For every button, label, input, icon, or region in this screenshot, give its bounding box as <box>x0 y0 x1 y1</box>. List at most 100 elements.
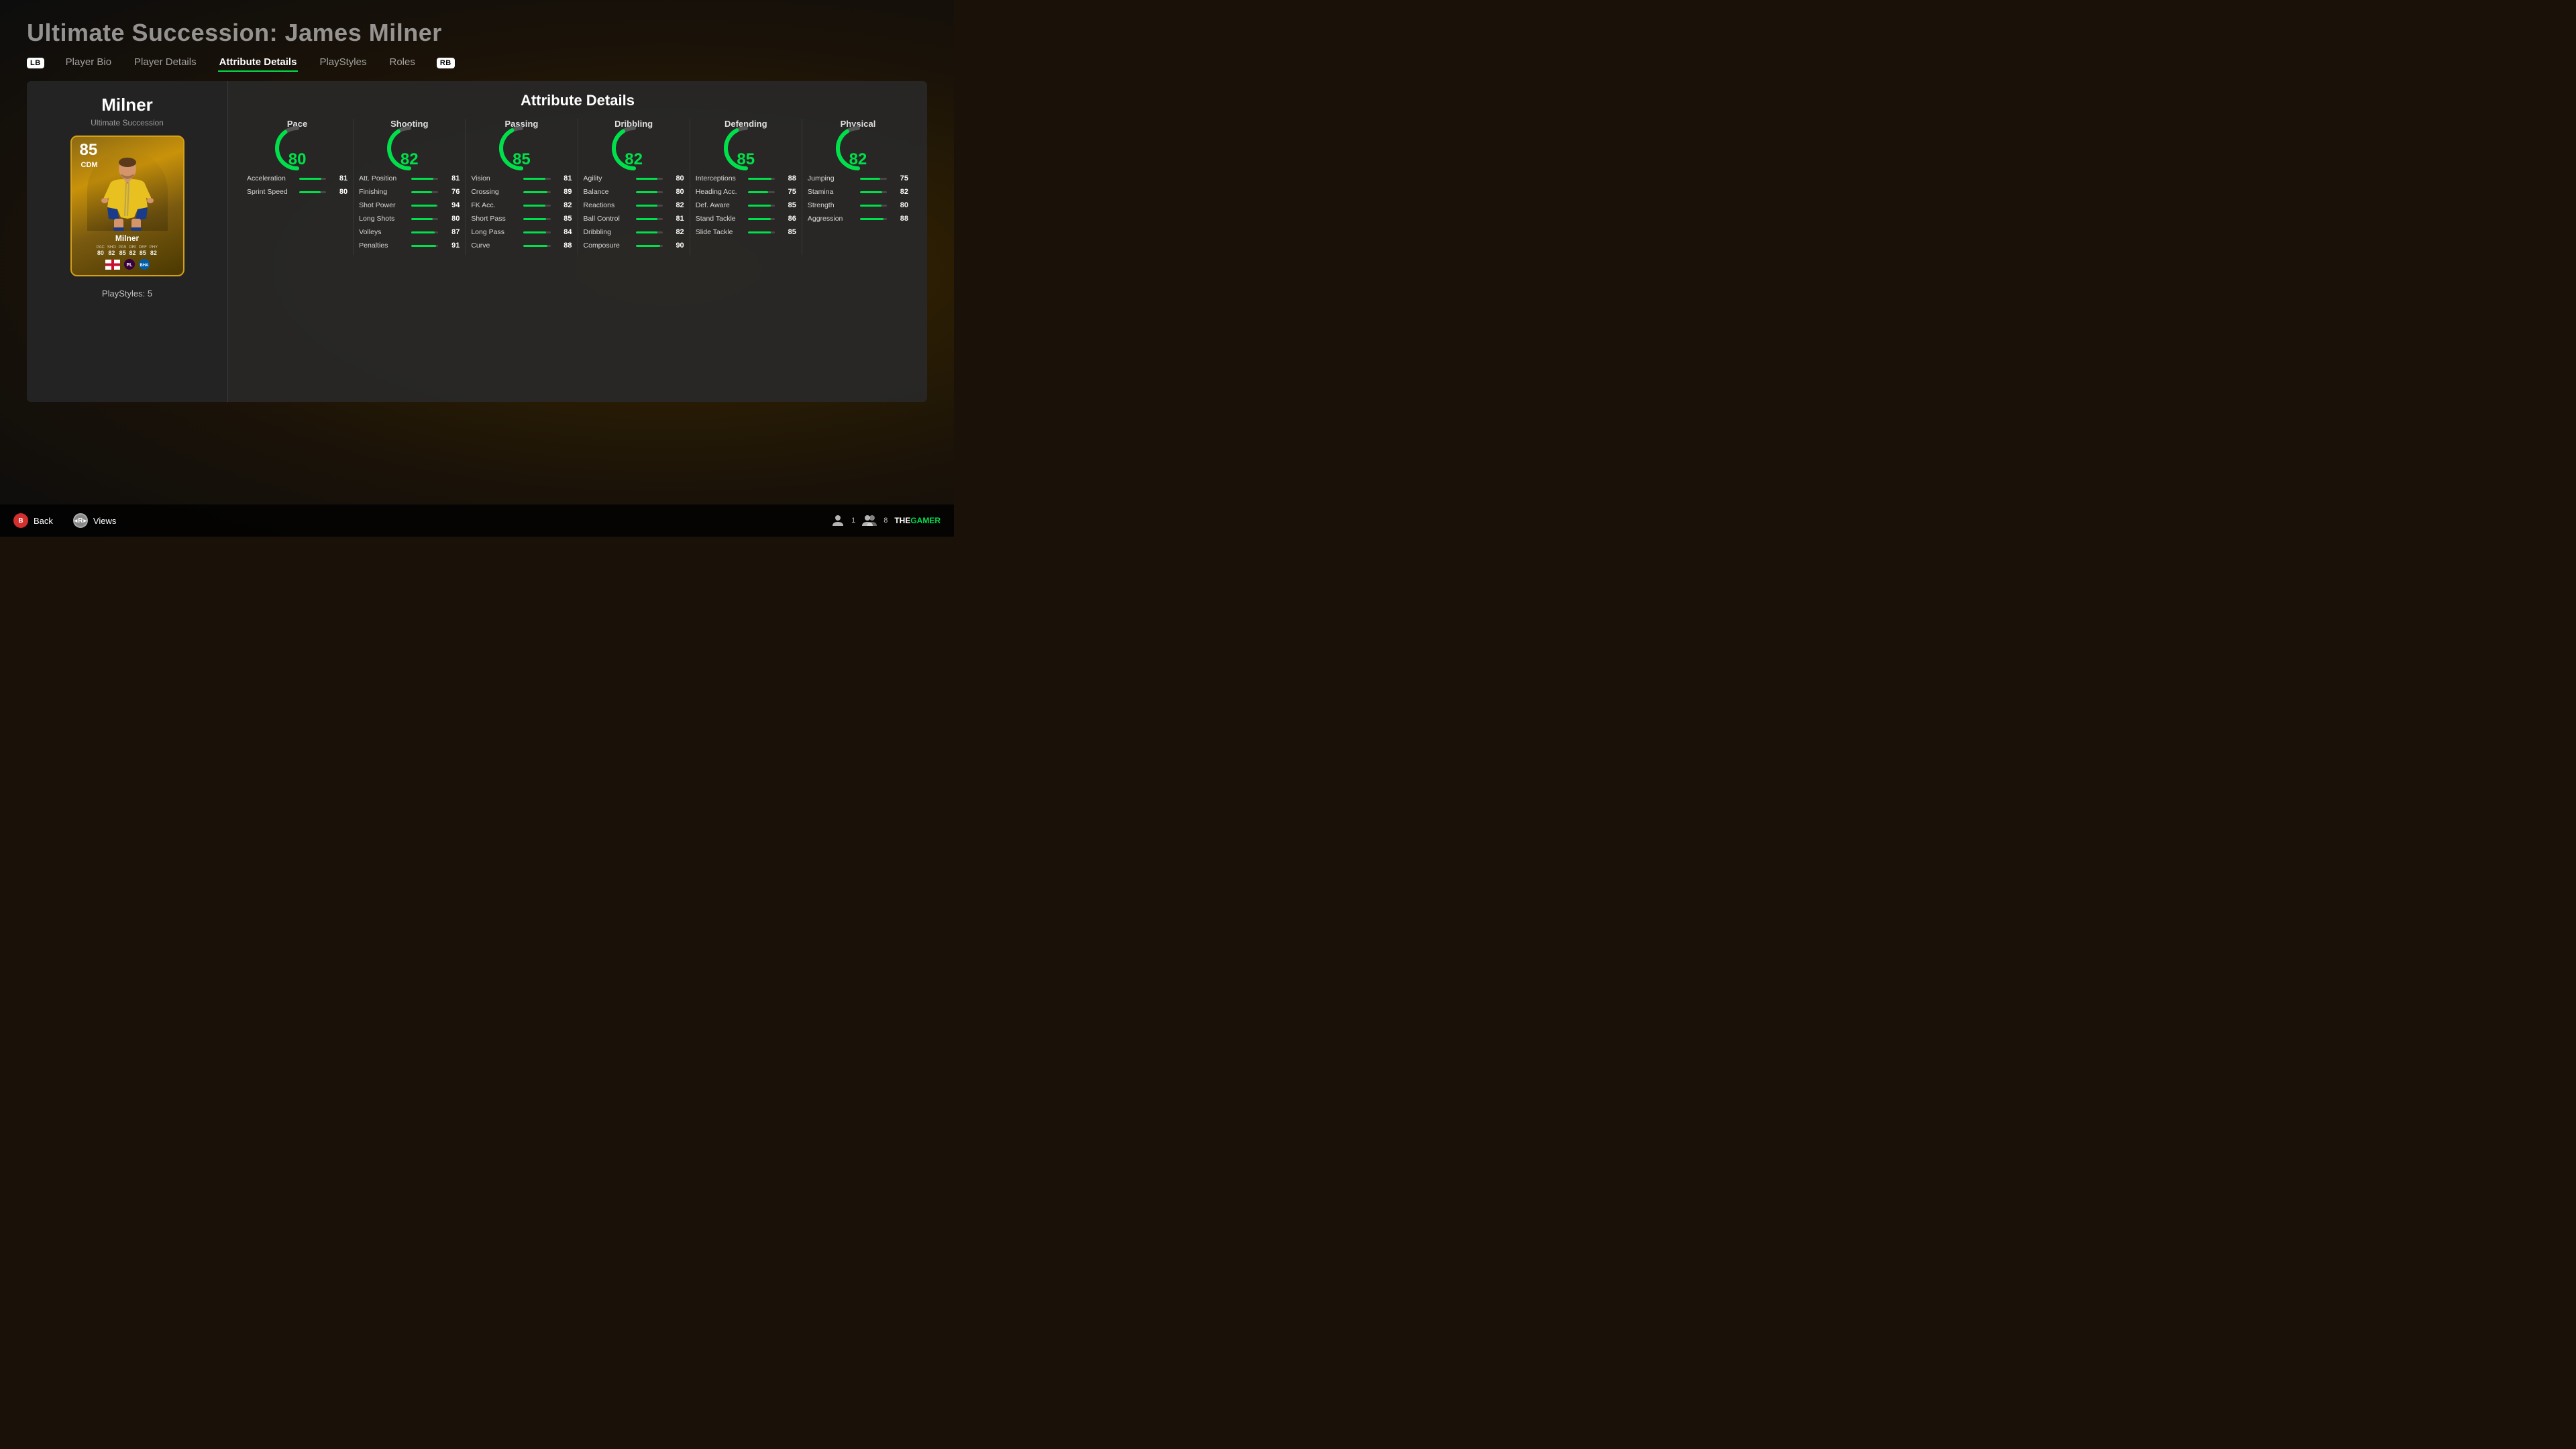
attr-val-pace-0: 81 <box>333 174 347 182</box>
attr-row-shooting-4: Volleys87 <box>359 228 460 236</box>
gauge-container-dribbling: 82 <box>584 133 684 166</box>
attr-val-dribbling-1: 80 <box>669 188 684 196</box>
gauge-shooting: 82 <box>382 133 436 166</box>
attr-label-passing-2: FK Acc. <box>471 201 519 209</box>
tab-playstyles[interactable]: PlayStyles <box>318 54 368 72</box>
attr-row-shooting-5: Penalties91 <box>359 241 460 250</box>
attr-bar-wrap-physical-0 <box>860 178 887 180</box>
attr-row-shooting-2: Shot Power94 <box>359 201 460 209</box>
attr-bar-wrap-physical-2 <box>860 205 887 207</box>
back-button[interactable]: B Back <box>13 513 53 528</box>
icon1-label: 1 <box>851 517 855 525</box>
attr-bar-shooting-3 <box>411 218 433 220</box>
tab-roles[interactable]: Roles <box>388 54 416 72</box>
attr-row-pace-1: Sprint Speed80 <box>247 188 347 196</box>
gauge-value-dribbling: 82 <box>625 150 643 169</box>
attr-bar-dribbling-0 <box>636 178 657 180</box>
watermark-area: 1 8 THEGAMER <box>831 514 941 527</box>
attr-val-dribbling-2: 82 <box>669 201 684 209</box>
attr-val-shooting-5: 91 <box>445 241 460 250</box>
gauge-passing: 85 <box>494 133 548 166</box>
page-title: Ultimate Succession: James Milner <box>0 0 954 54</box>
rb-badge[interactable]: RB <box>437 58 455 68</box>
attr-val-shooting-3: 80 <box>445 215 460 223</box>
attr-row-shooting-3: Long Shots80 <box>359 215 460 223</box>
attr-bar-physical-0 <box>860 178 880 180</box>
card-player-name: Milner <box>115 233 139 243</box>
back-label: Back <box>34 516 53 526</box>
card-stat-dri: DRI 82 <box>129 246 136 256</box>
attr-bar-defending-0 <box>748 178 771 180</box>
attr-label-passing-1: Crossing <box>471 188 519 196</box>
brighton-badge: BHA <box>139 259 150 270</box>
attr-label-defending-2: Def. Aware <box>696 201 744 209</box>
attr-bar-dribbling-3 <box>636 218 658 220</box>
card-position: CDM <box>81 161 98 169</box>
attr-val-passing-3: 85 <box>557 215 572 223</box>
player-name: Milner <box>101 95 153 115</box>
attr-bar-physical-3 <box>860 218 883 220</box>
attr-label-dribbling-1: Balance <box>584 188 632 196</box>
attr-row-dribbling-4: Dribbling82 <box>584 228 684 236</box>
attr-bar-wrap-defending-4 <box>748 231 775 233</box>
attr-row-passing-3: Short Pass 85 <box>471 215 572 223</box>
attr-bar-wrap-passing-1 <box>523 191 550 193</box>
r-button-icon: ◀ R ▶ <box>73 513 88 528</box>
svg-text:PL: PL <box>126 263 133 268</box>
attr-bar-physical-2 <box>860 205 881 207</box>
attr-bar-dribbling-5 <box>636 245 660 247</box>
gauge-value-passing: 85 <box>513 150 531 169</box>
attr-val-physical-2: 80 <box>894 201 908 209</box>
attr-val-pace-1: 80 <box>333 188 347 196</box>
attr-bar-wrap-passing-2 <box>523 205 550 207</box>
attr-bar-passing-0 <box>523 178 545 180</box>
fifa-card: 85 CDM <box>70 136 184 276</box>
player-image-area <box>87 150 168 231</box>
attr-row-defending-4: Slide Tackle85 <box>696 228 796 236</box>
tab-player-bio[interactable]: Player Bio <box>64 54 113 72</box>
attr-row-defending-1: Heading Acc.75 <box>696 188 796 196</box>
attr-bar-shooting-0 <box>411 178 433 180</box>
attr-val-physical-0: 75 <box>894 174 908 182</box>
attr-bar-shooting-5 <box>411 245 436 247</box>
main-content: Milner Ultimate Succession 85 CDM <box>27 81 927 402</box>
player-figure-svg <box>94 157 161 231</box>
attr-bar-wrap-shooting-5 <box>411 245 438 247</box>
card-rating: 85 <box>80 142 98 158</box>
attr-bar-wrap-shooting-1 <box>411 191 438 193</box>
attr-bar-wrap-dribbling-1 <box>636 191 663 193</box>
attr-bar-passing-4 <box>523 231 546 233</box>
r-label: R <box>78 517 83 525</box>
views-button[interactable]: ◀ R ▶ Views <box>73 513 116 528</box>
attr-val-defending-1: 75 <box>782 188 796 196</box>
attr-bar-passing-1 <box>523 191 547 193</box>
attr-col-dribbling: Dribbling82Agility80Balance80Reactions82… <box>578 119 690 255</box>
attr-col-pace: Pace80Acceleration81Sprint Speed80 <box>241 119 354 255</box>
attr-val-passing-2: 82 <box>557 201 572 209</box>
tab-attribute-details[interactable]: Attribute Details <box>218 54 299 72</box>
lb-badge[interactable]: LB <box>27 58 44 68</box>
attr-bar-wrap-shooting-3 <box>411 218 438 220</box>
attr-bar-wrap-passing-4 <box>523 231 550 233</box>
card-flags: PL BHA <box>105 259 150 270</box>
attr-bar-physical-1 <box>860 191 882 193</box>
gauge-container-passing: 85 <box>471 133 572 166</box>
attr-bar-shooting-1 <box>411 191 432 193</box>
attr-bar-passing-2 <box>523 205 545 207</box>
person-icon <box>831 514 845 527</box>
card-stats-row: PAC 80 SHO 82 PAS 85 DRI 82 <box>97 246 158 256</box>
attr-val-defending-2: 85 <box>782 201 796 209</box>
attr-val-defending-3: 86 <box>782 215 796 223</box>
attr-bar-wrap-dribbling-4 <box>636 231 663 233</box>
attr-label-passing-3: Short Pass <box>471 215 519 223</box>
attr-val-passing-4: 84 <box>557 228 572 236</box>
b-button-icon: B <box>13 513 28 528</box>
attr-val-passing-1: 89 <box>557 188 572 196</box>
attr-bar-dribbling-2 <box>636 205 658 207</box>
attr-col-passing: Passing85Vision81Crossing89FK Acc.82Shor… <box>466 119 578 255</box>
page-wrapper: Ultimate Succession: James Milner LB Pla… <box>0 0 954 537</box>
gauge-container-pace: 80 <box>247 133 347 166</box>
gauge-container-shooting: 82 <box>359 133 460 166</box>
gauge-value-pace: 80 <box>288 150 307 169</box>
tab-player-details[interactable]: Player Details <box>133 54 198 72</box>
